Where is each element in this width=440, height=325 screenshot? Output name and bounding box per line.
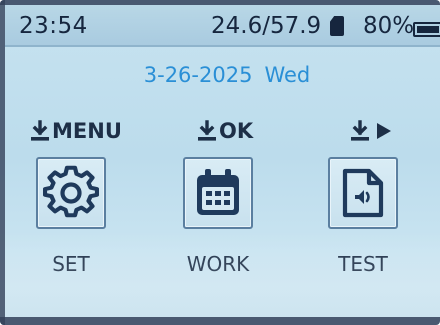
work-tile[interactable]: [183, 157, 253, 229]
test-tile[interactable]: [328, 157, 398, 229]
set-label: SET: [52, 252, 90, 276]
play-key-hint: [350, 118, 393, 144]
calendar-icon: [197, 169, 239, 215]
date-display: 3-26-2025 Wed: [0, 63, 440, 87]
bezel-bottom: [0, 317, 440, 325]
audio-file-icon: [342, 168, 384, 218]
play-icon: [377, 123, 391, 139]
screen-glare: [0, 230, 440, 325]
clock-time: 23:54: [19, 13, 88, 39]
ok-key-label: OK: [219, 119, 254, 143]
work-label: WORK: [186, 252, 250, 276]
menu-key-hint: MENU: [30, 118, 122, 144]
weekday-text: Wed: [264, 63, 311, 87]
sd-card-icon: [330, 16, 344, 36]
date-text: 3-26-2025: [143, 63, 253, 87]
temperature-humidity-readout: 24.6/57.9: [211, 13, 322, 39]
bezel-top: [0, 0, 440, 5]
gear-icon: [43, 165, 99, 218]
status-bar: 23:54 24.6/57.9 80%: [5, 5, 440, 47]
ok-key-hint: OK: [197, 118, 253, 144]
download-icon: [351, 120, 369, 141]
download-icon: [198, 120, 216, 141]
test-label: TEST: [338, 252, 388, 276]
set-tile[interactable]: [36, 157, 106, 229]
device-screen: 23:54 24.6/57.9 80% 3-26-2025 Wed MENU OK: [0, 0, 440, 325]
battery-icon: [413, 22, 440, 37]
battery-percent: 80%: [363, 13, 415, 39]
download-icon: [31, 120, 49, 141]
bezel-left: [0, 0, 5, 325]
menu-key-label: MENU: [52, 119, 122, 143]
